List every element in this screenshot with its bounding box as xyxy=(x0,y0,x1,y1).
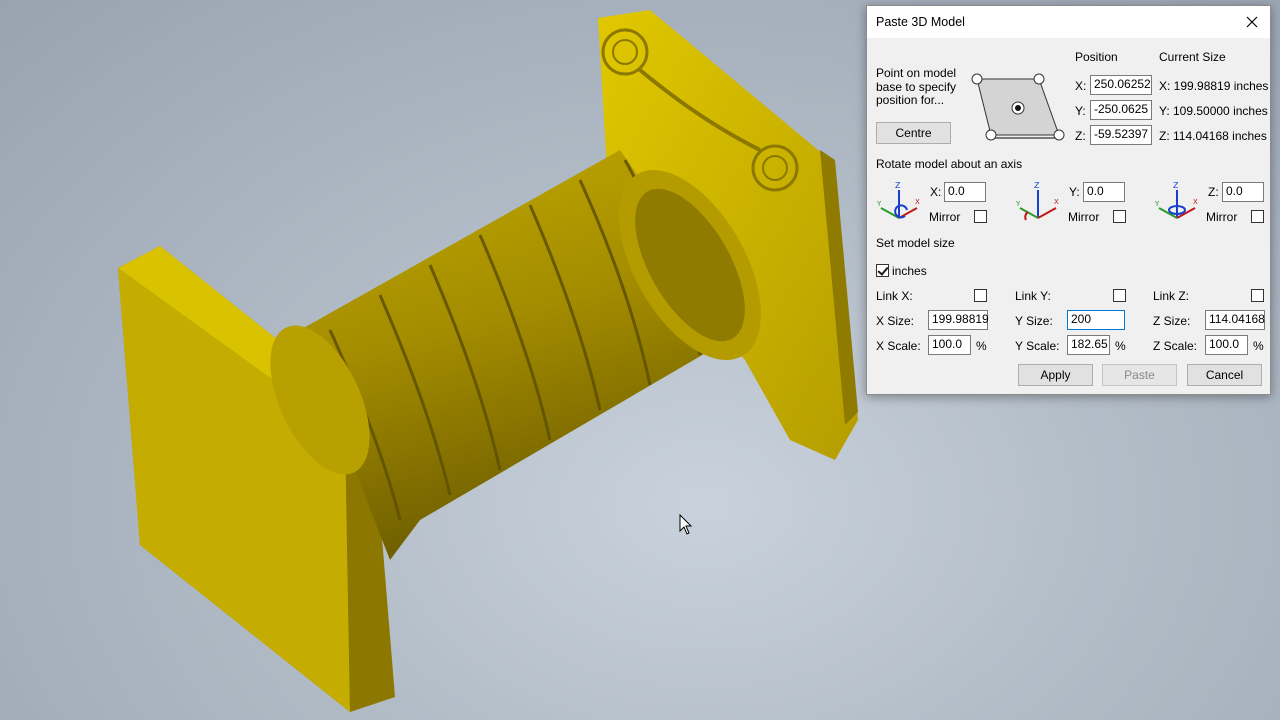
current-size-z: Z: 114.04168 inches xyxy=(1159,129,1267,143)
position-heading: Position xyxy=(1075,50,1118,64)
position-x-label: X: xyxy=(1075,79,1087,93)
svg-text:Z: Z xyxy=(895,181,901,190)
position-z-field[interactable]: -59.52397 xyxy=(1090,125,1152,145)
mirror-z-label: Mirror xyxy=(1206,210,1238,224)
paste-button[interactable]: Paste xyxy=(1102,364,1177,386)
y-scale-label: Y Scale: xyxy=(1015,339,1060,353)
rotate-z-label: Z: xyxy=(1208,185,1219,199)
cancel-button[interactable]: Cancel xyxy=(1187,364,1262,386)
svg-text:X: X xyxy=(1193,198,1198,206)
svg-text:X: X xyxy=(1054,198,1059,206)
inches-checkbox[interactable] xyxy=(876,264,889,277)
mirror-z-checkbox[interactable] xyxy=(1251,210,1264,223)
close-button[interactable] xyxy=(1234,6,1270,38)
rotate-x-label: X: xyxy=(930,185,942,199)
link-y-label: Link Y: xyxy=(1015,289,1051,303)
point-hint-text: Point on model base to specify position … xyxy=(876,66,957,107)
svg-text:X: X xyxy=(915,198,920,206)
rotate-x-axis-icon: Z Y X xyxy=(876,181,920,219)
svg-text:Z: Z xyxy=(1034,181,1040,190)
current-size-x: X: 199.98819 inches xyxy=(1159,79,1269,93)
z-size-field[interactable]: 114.04168 xyxy=(1205,310,1265,330)
rotate-y-field[interactable]: 0.0 xyxy=(1083,182,1125,202)
z-scale-unit: % xyxy=(1253,339,1264,353)
inches-label: inches xyxy=(892,264,927,278)
centre-button[interactable]: Centre xyxy=(876,122,951,144)
mirror-y-label: Mirror xyxy=(1068,210,1100,224)
z-size-label: Z Size: xyxy=(1153,314,1191,328)
dialog-titlebar: Paste 3D Model xyxy=(867,6,1270,38)
paste-3d-model-dialog: Paste 3D Model Point on model base to sp… xyxy=(866,5,1271,395)
x-scale-label: X Scale: xyxy=(876,339,921,353)
mirror-x-checkbox[interactable] xyxy=(974,210,987,223)
rotate-heading: Rotate model about an axis xyxy=(876,157,1023,171)
dialog-title: Paste 3D Model xyxy=(876,15,965,29)
rotate-z-field[interactable]: 0.0 xyxy=(1222,182,1264,202)
position-z-label: Z: xyxy=(1075,129,1086,143)
current-size-y: Y: 109.50000 inches xyxy=(1159,104,1268,118)
y-size-field[interactable]: 200 xyxy=(1067,310,1125,330)
link-x-label: Link X: xyxy=(876,289,913,303)
close-icon xyxy=(1246,16,1258,28)
z-scale-label: Z Scale: xyxy=(1153,339,1198,353)
current-size-heading: Current Size xyxy=(1159,50,1226,64)
svg-text:Y: Y xyxy=(1015,200,1021,208)
rotate-x-field[interactable]: 0.0 xyxy=(944,182,986,202)
rotate-y-axis-icon: Z Y X xyxy=(1015,181,1059,221)
rotate-z-axis-icon: Z Y X xyxy=(1154,181,1198,219)
rotate-y-label: Y: xyxy=(1069,185,1080,199)
set-size-heading: Set model size xyxy=(876,236,955,250)
base-point-selector[interactable] xyxy=(969,72,1069,142)
link-z-label: Link Z: xyxy=(1153,289,1190,303)
mirror-x-label: Mirror xyxy=(929,210,961,224)
position-y-label: Y: xyxy=(1075,104,1086,118)
link-z-checkbox[interactable] xyxy=(1251,289,1264,302)
position-y-field[interactable]: -250.0625 xyxy=(1090,100,1152,120)
link-y-checkbox[interactable] xyxy=(1113,289,1126,302)
svg-text:Z: Z xyxy=(1173,181,1179,190)
link-x-checkbox[interactable] xyxy=(974,289,987,302)
svg-text:Y: Y xyxy=(1154,200,1160,208)
svg-text:Y: Y xyxy=(876,200,882,208)
position-x-field[interactable]: 250.06252 xyxy=(1090,75,1152,95)
y-scale-field[interactable]: 182.65 xyxy=(1067,335,1110,355)
apply-button[interactable]: Apply xyxy=(1018,364,1093,386)
y-scale-unit: % xyxy=(1115,339,1126,353)
x-size-label: X Size: xyxy=(876,314,915,328)
mouse-pointer-icon xyxy=(679,514,693,535)
x-scale-field[interactable]: 100.0 xyxy=(928,335,971,355)
mirror-y-checkbox[interactable] xyxy=(1113,210,1126,223)
y-size-label: Y Size: xyxy=(1015,314,1053,328)
z-scale-field[interactable]: 100.0 xyxy=(1205,335,1248,355)
x-size-field[interactable]: 199.98819 xyxy=(928,310,989,330)
x-scale-unit: % xyxy=(976,339,987,353)
